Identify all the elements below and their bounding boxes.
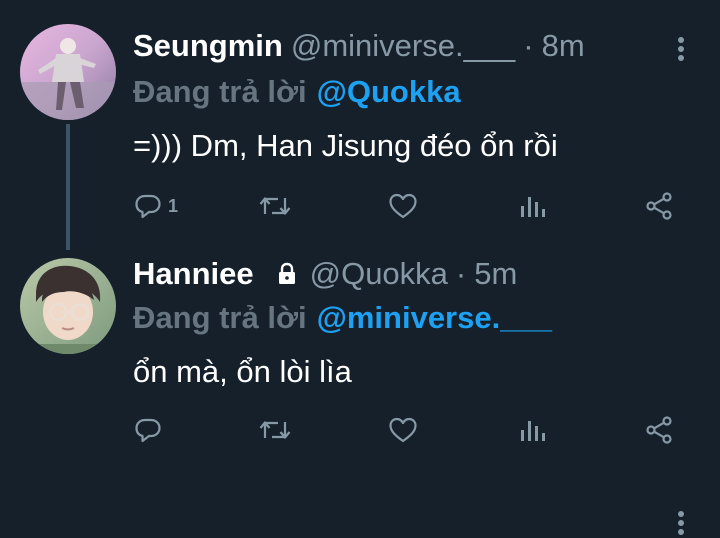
share-button[interactable] bbox=[645, 188, 675, 224]
action-bar bbox=[0, 412, 720, 448]
like-icon bbox=[389, 193, 417, 219]
share-icon bbox=[646, 416, 672, 444]
timestamp[interactable]: 8m bbox=[542, 28, 585, 64]
separator: · bbox=[523, 28, 534, 63]
avatar[interactable] bbox=[20, 258, 116, 354]
action-bar: 1 bbox=[0, 188, 720, 224]
avatar-image bbox=[20, 24, 116, 120]
retweet-icon bbox=[259, 421, 291, 439]
more-icon[interactable] bbox=[670, 34, 692, 64]
like-icon bbox=[389, 417, 417, 443]
analytics-button[interactable] bbox=[518, 412, 546, 448]
tweet-header: Hanniee @Quokka · 5m bbox=[133, 254, 517, 294]
retweet-icon bbox=[259, 197, 291, 215]
avatar-image bbox=[20, 258, 116, 354]
handle[interactable]: @Quokka bbox=[310, 256, 448, 292]
handle[interactable]: @miniverse.___ bbox=[291, 28, 515, 64]
retweet-button[interactable] bbox=[258, 412, 292, 448]
separator: · bbox=[455, 256, 467, 291]
like-button[interactable] bbox=[388, 412, 418, 448]
replying-to-label: Đang trả lời bbox=[133, 74, 307, 109]
replying-to-label: Đang trả lời bbox=[133, 300, 307, 335]
tweet-text: ổn mà, ổn lòi lìa bbox=[133, 354, 352, 389]
display-name[interactable]: Hanniee bbox=[133, 256, 254, 292]
replying-to-link[interactable]: @Quokka bbox=[317, 74, 461, 110]
avatar[interactable] bbox=[20, 24, 116, 120]
reply-button[interactable]: 1 bbox=[134, 188, 178, 224]
replying-to: Đang trả lời @miniverse.___ bbox=[133, 298, 552, 338]
replying-to-link[interactable]: @miniverse.___ bbox=[317, 300, 552, 336]
share-icon bbox=[646, 192, 672, 220]
like-button[interactable] bbox=[388, 188, 418, 224]
analytics-icon bbox=[521, 421, 545, 441]
retweet-button[interactable] bbox=[258, 188, 292, 224]
analytics-button[interactable] bbox=[518, 188, 546, 224]
replying-to: Đang trả lời @Quokka bbox=[133, 72, 461, 112]
lock-icon bbox=[276, 262, 298, 286]
tweet[interactable]: Seungmin @miniverse.___ · 8m Đang trả lờ… bbox=[0, 0, 720, 250]
tweet-text: =))) Dm, Han Jisung đéo ổn rồi bbox=[133, 128, 558, 163]
thread-line bbox=[66, 124, 70, 250]
reply-icon bbox=[135, 194, 161, 219]
share-button[interactable] bbox=[645, 412, 675, 448]
reply-button[interactable] bbox=[134, 412, 168, 448]
display-name[interactable]: Seungmin bbox=[133, 28, 283, 64]
reply-icon bbox=[135, 418, 161, 443]
more-icon[interactable] bbox=[670, 508, 692, 538]
timestamp[interactable]: 5m bbox=[474, 256, 517, 292]
analytics-icon bbox=[521, 197, 545, 217]
tweet-header: Seungmin @miniverse.___ · 8m bbox=[133, 26, 585, 66]
reply-count: 1 bbox=[168, 195, 179, 216]
